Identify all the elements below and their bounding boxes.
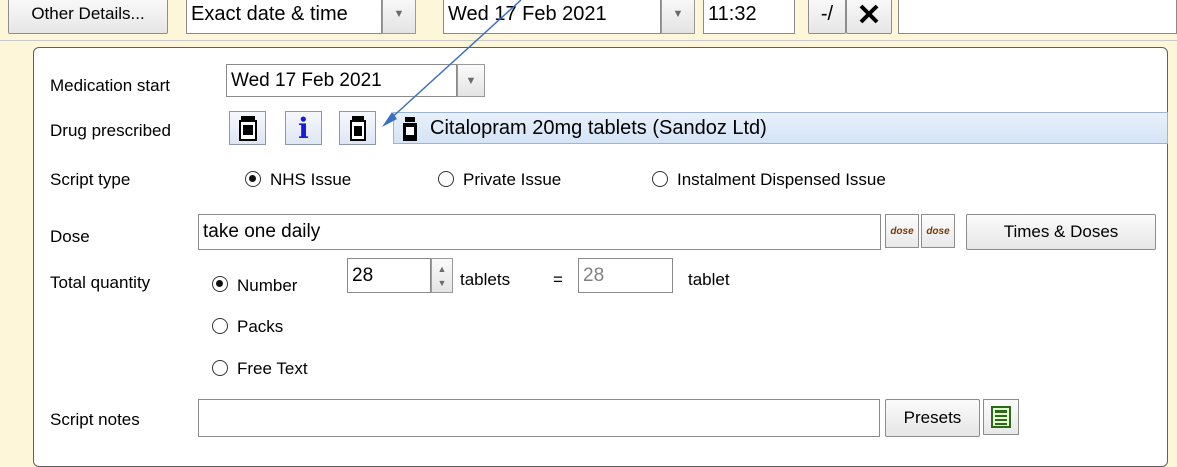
quantity-number-radio[interactable] <box>212 276 228 292</box>
quantity-packs-label: Packs <box>237 317 284 336</box>
dose-wizard-button[interactable]: dose <box>921 214 955 248</box>
quantity-stepper[interactable]: ▲ ▼ <box>431 258 453 293</box>
chevron-down-icon: ▼ <box>465 74 477 87</box>
script-type-private-radio[interactable] <box>438 171 454 187</box>
other-details-button[interactable]: Other Details... <box>8 0 168 34</box>
misc-button[interactable]: -/ <box>808 0 846 34</box>
date-mode-dropdown-button[interactable]: ▼ <box>382 0 416 34</box>
total-quantity-label: Total quantity <box>50 273 151 292</box>
quantity-free-text-radio[interactable] <box>212 360 228 376</box>
script-type-nhs-label: NHS Issue <box>270 170 352 189</box>
medication-start-field[interactable]: Wed 17 Feb 2021 <box>226 64 457 97</box>
info-icon: i <box>298 111 309 145</box>
chevron-down-icon: ▼ <box>672 8 684 20</box>
quantity-converted-field: 28 <box>578 258 673 293</box>
chevron-down-icon: ▼ <box>437 277 447 288</box>
time-field[interactable]: 11:32 <box>703 0 795 34</box>
dose-input[interactable]: take one daily <box>198 214 881 250</box>
top-text-field[interactable] <box>898 0 1177 34</box>
quantity-unit-label: tablets <box>460 270 511 289</box>
date-field[interactable]: Wed 17 Feb 2021 <box>443 0 661 34</box>
script-type-nhs-radio[interactable] <box>245 171 261 187</box>
dose-label: Dose <box>50 227 90 246</box>
quantity-equals: = <box>553 270 563 289</box>
medicine-bottle-icon <box>403 117 417 141</box>
drug-name: Citalopram 20mg tablets (Sandoz Ltd) <box>430 117 767 139</box>
dose-edit-button[interactable]: dose <box>885 214 919 248</box>
script-type-label: Script type <box>50 170 131 189</box>
quantity-converted-unit: tablet <box>688 270 730 289</box>
medicine-bottle-icon <box>349 116 366 141</box>
script-notes-input[interactable] <box>198 399 880 437</box>
script-type-instalment-radio[interactable] <box>652 171 668 187</box>
drug-pack-button[interactable] <box>339 111 376 145</box>
quantity-packs-radio[interactable] <box>212 318 228 334</box>
drug-lookup-button[interactable] <box>229 111 266 145</box>
script-notes-label: Script notes <box>50 410 140 429</box>
quantity-number-input[interactable]: 28 <box>347 258 431 293</box>
drug-selected-bar[interactable]: Citalopram 20mg tablets (Sandoz Ltd) <box>393 112 1168 144</box>
dose-edit-icon: dose <box>890 225 914 237</box>
presets-button[interactable]: Presets <box>885 399 980 437</box>
times-doses-button[interactable]: Times & Doses <box>966 214 1156 250</box>
drug-prescribed-label: Drug prescribed <box>50 121 171 140</box>
quantity-free-text-label: Free Text <box>237 359 308 378</box>
quantity-number-label: Number <box>237 276 298 295</box>
chevron-up-icon: ▲ <box>437 263 447 274</box>
dose-wizard-icon: dose <box>926 225 950 237</box>
date-dropdown-button[interactable]: ▼ <box>661 0 695 34</box>
drug-info-button[interactable]: i <box>285 111 322 145</box>
script-type-instalment-label: Instalment Dispensed Issue <box>677 170 886 189</box>
top-toolbar: Other Details... Exact date & time ▼ Wed… <box>0 0 1177 41</box>
date-mode-select[interactable]: Exact date & time <box>186 0 382 34</box>
script-type-private-label: Private Issue <box>463 170 562 189</box>
medication-start-dropdown-button[interactable]: ▼ <box>457 64 485 97</box>
clear-button[interactable] <box>846 0 892 34</box>
notes-list-button[interactable] <box>983 399 1019 435</box>
close-icon <box>859 4 879 24</box>
chevron-down-icon: ▼ <box>393 8 405 20</box>
medicine-bottle-icon <box>238 116 257 141</box>
medication-start-label: Medication start <box>50 76 170 95</box>
notes-list-icon <box>991 406 1011 428</box>
